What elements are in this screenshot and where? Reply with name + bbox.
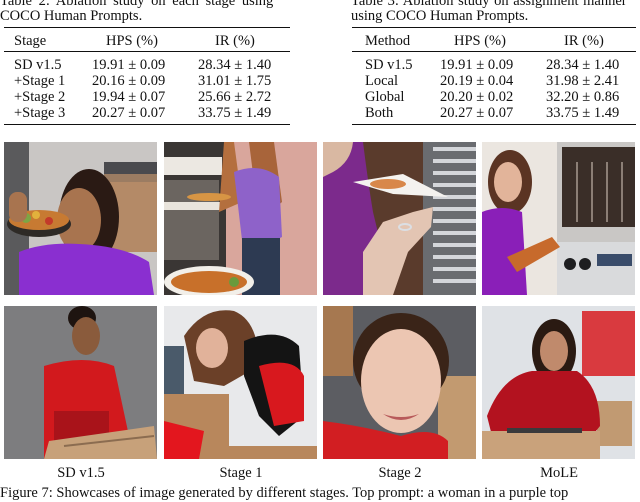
table2-cell-hps: 19.91 ± 0.09 [92,57,166,73]
table2-cell-hps: 20.27 ± 0.07 [92,105,166,121]
figure-image-bottom-stage2 [323,306,476,459]
woman-eating-salad-image [4,142,157,295]
table2-caption: Table 2: Ablation study on each stage us… [0,0,289,24]
table3-cell-ir: 32.20 ± 0.86 [546,89,620,105]
woman-pizza-oven-image [482,142,635,295]
table3-cell-ir: 33.75 ± 1.49 [546,105,620,121]
woman-closeup-smiling-image [323,306,476,459]
table3-cell-ir: 31.98 ± 2.41 [546,73,620,89]
table2-header-ir: IR (%) [215,33,255,49]
column-label-stage2: Stage 2 [378,465,422,481]
figure-caption: Figure 7: Showcases of image generated b… [0,485,569,501]
column-label-mole: MoLE [540,465,578,481]
table2-top-rule [4,27,290,29]
table3-cell-hps: 20.19 ± 0.04 [440,73,514,89]
table2-cell-stage: +Stage 1 [14,73,66,89]
figure-image-top-stage2 [323,142,476,295]
table2-cell-stage: SD v1.5 [14,57,62,73]
table3-header-ir: IR (%) [564,33,604,49]
table3-bottom-rule [352,124,636,126]
table3-cell-hps: 20.27 ± 0.07 [440,105,514,121]
table2-cell-ir: 31.01 ± 1.75 [198,73,272,89]
table2-header-rule [4,51,290,52]
table3-header-method: Method [365,33,411,49]
table3-top-rule [352,27,636,29]
table3-cell-method: Global [365,89,405,105]
figure-image-top-mole [482,142,635,295]
woman-red-top-box-image [4,306,157,459]
figure-image-bottom-stage1 [164,306,317,459]
table3-cell-method: SD v1.5 [365,57,413,73]
table3-header-hps: HPS (%) [454,33,506,49]
table3-cell-hps: 19.91 ± 0.09 [440,57,514,73]
column-label-stage1: Stage 1 [219,465,263,481]
table3-cell-method: Local [365,73,399,89]
table3-caption: Table 3: Ablation study on assignment ma… [351,0,627,24]
table2-cell-ir: 28.34 ± 1.40 [198,57,272,73]
figure-image-top-stage1 [164,142,317,295]
column-label-sdv15: SD v1.5 [57,465,105,481]
table3-caption-line2: using COCO Human Prompts. [351,8,529,24]
table2-cell-stage: +Stage 2 [14,89,66,105]
table2-cell-hps: 20.16 ± 0.09 [92,73,166,89]
table3-cell-hps: 20.20 ± 0.02 [440,89,514,105]
table2-cell-ir: 25.66 ± 2.72 [198,89,272,105]
table3-cell-ir: 28.34 ± 1.40 [546,57,620,73]
hand-holding-pizza-image [323,142,476,295]
figure-image-top-sdv15 [4,142,157,295]
table2-bottom-rule [4,124,290,126]
table3-cell-method: Both [365,105,394,121]
table2-cell-stage: +Stage 3 [14,105,66,121]
table2-header-hps: HPS (%) [106,33,158,49]
table2-cell-hps: 19.94 ± 0.07 [92,89,166,105]
table3-header-rule [352,51,636,52]
figure-image-bottom-sdv15 [4,306,157,459]
woman-leaning-over-boxes-image [164,306,317,459]
table2-header-stage: Stage [14,33,47,49]
table2-cell-ir: 33.75 ± 1.49 [198,105,272,121]
figure-image-bottom-mole [482,306,635,459]
woman-oven-pizza-image [164,142,317,295]
woman-taping-box-image [482,306,635,459]
table2-caption-line2: COCO Human Prompts. [0,8,143,24]
